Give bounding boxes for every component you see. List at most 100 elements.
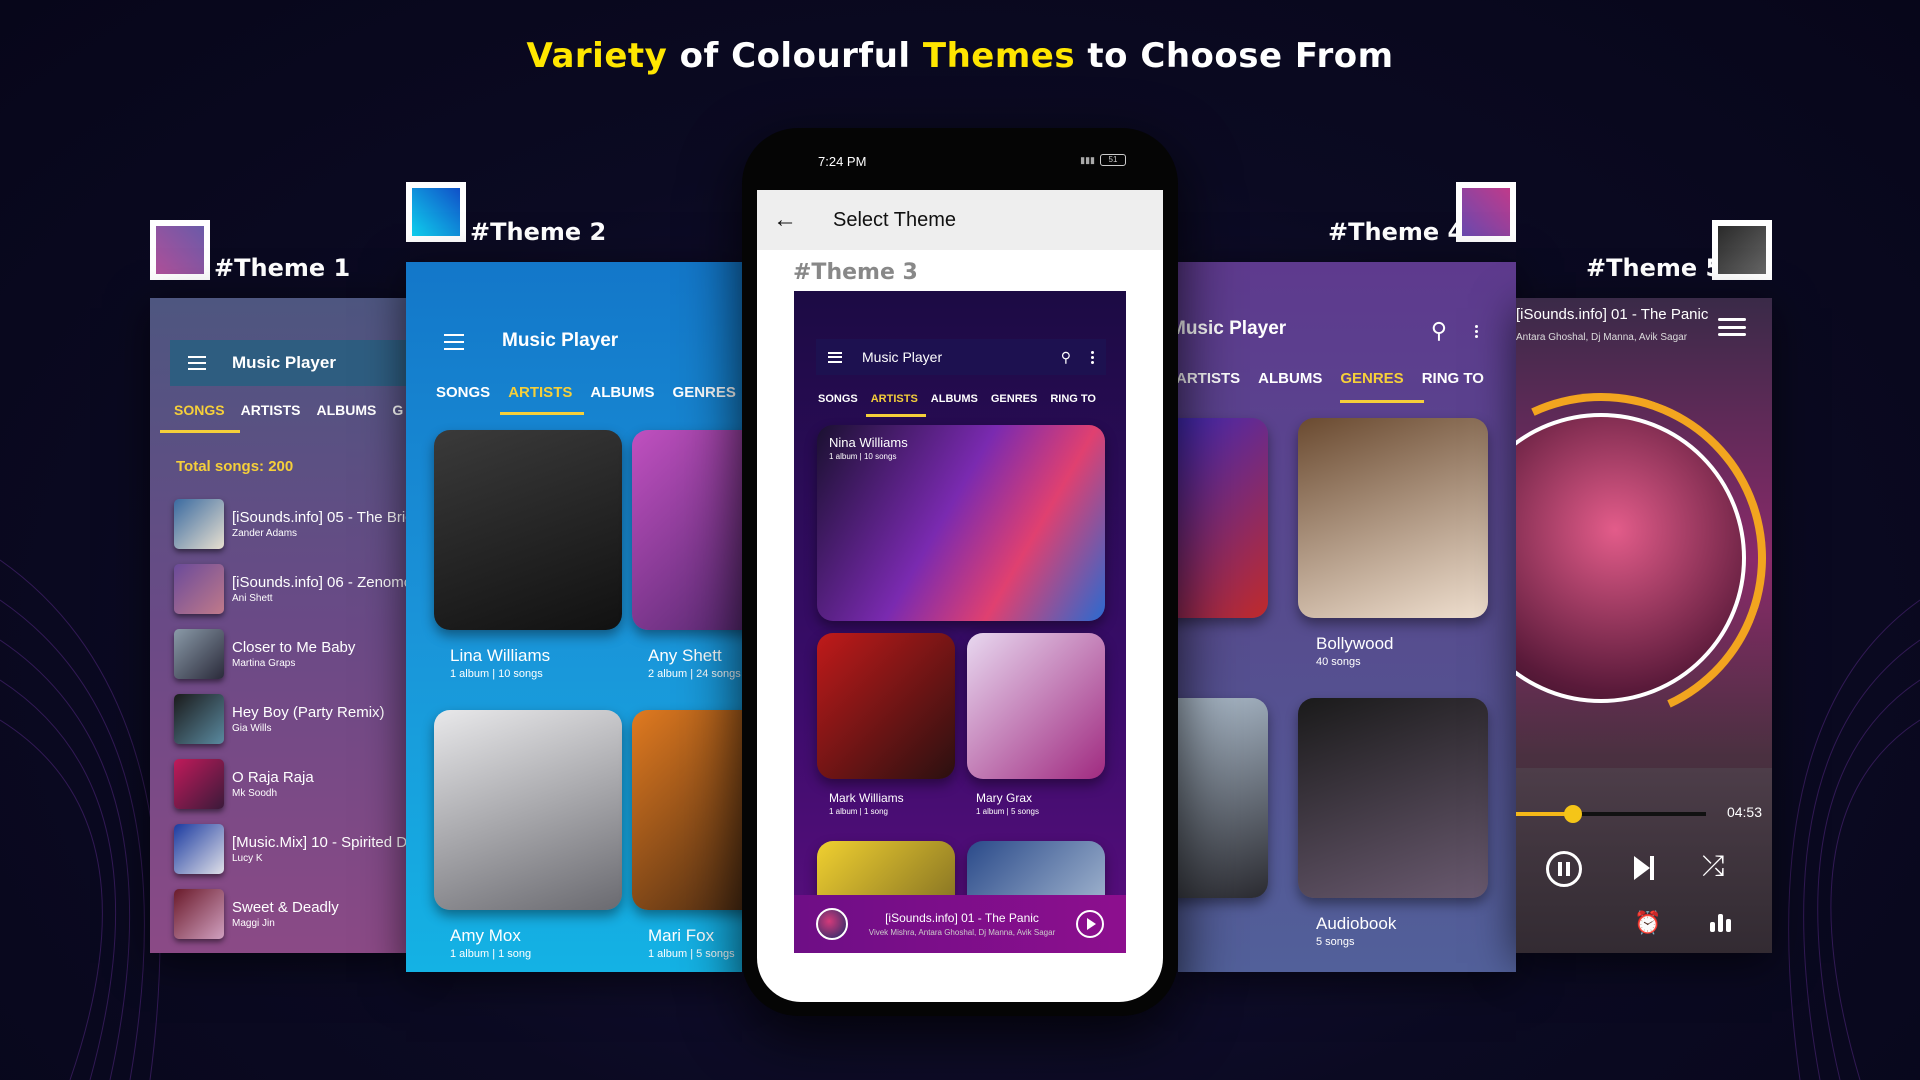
more-options-icon[interactable] xyxy=(1475,324,1478,338)
song-row[interactable]: O Raja Raja Mk Soodh xyxy=(174,758,314,810)
tab-artists[interactable]: ARTISTS xyxy=(241,402,301,418)
artist-meta: 1 album | 1 song xyxy=(450,948,532,960)
now-playing-title: [iSounds.info] 01 - The Panic xyxy=(885,911,1039,925)
genre-card-image[interactable] xyxy=(1178,698,1268,898)
screen-title: Select Theme xyxy=(833,208,957,231)
artist-card-image[interactable] xyxy=(632,430,742,630)
artist-name: Lina Williams xyxy=(450,646,551,665)
app-title: Music Player xyxy=(232,353,336,372)
song-thumb xyxy=(174,824,224,874)
song-artist: Ani Shett xyxy=(232,593,273,604)
artist-card-image[interactable] xyxy=(632,710,742,910)
artist-name: Any Shett xyxy=(648,646,722,665)
theme1-swatch[interactable] xyxy=(150,220,210,280)
artist-card-image[interactable] xyxy=(434,430,622,630)
tab-songs[interactable]: SONGS xyxy=(174,402,225,418)
tab-albums[interactable]: ALBUMS xyxy=(1258,370,1322,387)
tab-artists[interactable]: ARTISTS xyxy=(1178,370,1240,387)
play-icon[interactable] xyxy=(1076,910,1104,938)
tab-genres[interactable]: GENRES xyxy=(1340,370,1403,387)
theme3-appbar: Music Player ⚲ xyxy=(816,339,1106,375)
song-title: Sweet & Deadly xyxy=(232,899,339,916)
artist-caption: Mary Grax 1 album | 5 songs xyxy=(976,791,1039,816)
status-icons: ▮▮▮ 51 xyxy=(1080,154,1126,166)
genre-card-image[interactable] xyxy=(1178,418,1268,618)
theme3-preview[interactable]: Music Player ⚲ SONGS ARTISTS ALBUMS GENR… xyxy=(794,291,1126,953)
song-title: [iSounds.info] 06 - Zenomorph xyxy=(232,574,410,591)
search-icon[interactable]: ⚲ xyxy=(1061,349,1071,366)
sleep-timer-icon[interactable]: ⏰ xyxy=(1634,910,1661,936)
tab-indicator xyxy=(160,430,240,433)
theme2-tabs: SONGS ARTISTS ALBUMS GENRES xyxy=(436,384,736,401)
more-options-icon[interactable] xyxy=(1091,350,1094,364)
artist-meta: 1 album | 1 song xyxy=(829,807,889,816)
artist-caption: Lina Williams 1 album | 10 songs xyxy=(450,646,550,680)
song-row[interactable]: [Music.Mix] 10 - Spirited Day Lucy K xyxy=(174,823,410,875)
theme2-swatch[interactable] xyxy=(406,182,466,242)
seek-handle[interactable] xyxy=(1564,805,1582,823)
artist-card-image[interactable] xyxy=(967,633,1105,779)
artist-caption: Mark Williams 1 album | 1 song xyxy=(829,791,904,816)
tab-albums[interactable]: ALBUMS xyxy=(316,402,376,418)
player-controls: 04:53 ⤮ ⏰ xyxy=(1516,768,1772,953)
theme5-panel[interactable]: [iSounds.info] 01 - The Panic Antara Gho… xyxy=(1516,298,1772,953)
theme1-panel[interactable]: Music Player SONGS ARTISTS ALBUMS G Tota… xyxy=(150,298,410,953)
theme1-appbar: Music Player xyxy=(170,340,410,386)
song-row[interactable]: Hey Boy (Party Remix) Gia Wills xyxy=(174,693,385,745)
skip-next-icon[interactable] xyxy=(1634,856,1654,880)
artist-meta: 1 album | 10 songs xyxy=(829,452,897,461)
tab-artists[interactable]: ARTISTS xyxy=(871,393,918,405)
song-artist: Martina Graps xyxy=(232,658,296,669)
tab-songs[interactable]: SONGS xyxy=(436,384,490,401)
song-thumb xyxy=(174,759,224,809)
tab-songs[interactable]: SONGS xyxy=(818,393,858,405)
menu-icon[interactable] xyxy=(444,334,464,350)
headline-text-2: to Choose From xyxy=(1075,36,1394,76)
equalizer-icon[interactable] xyxy=(1710,914,1731,932)
song-row[interactable]: [iSounds.info] 05 - The Brick Zander Adam… xyxy=(174,498,410,550)
song-row[interactable]: Closer to Me Baby Martina Graps xyxy=(174,628,355,680)
pause-icon[interactable] xyxy=(1546,851,1582,887)
song-row[interactable]: Sweet & Deadly Maggi Jin xyxy=(174,888,339,940)
search-icon[interactable]: ⚲ xyxy=(1431,318,1447,344)
artist-card-image[interactable] xyxy=(434,710,622,910)
tab-albums[interactable]: ALBUMS xyxy=(590,384,654,401)
theme5-swatch[interactable] xyxy=(1712,220,1772,280)
tab-ringtones[interactable]: RING TO xyxy=(1050,393,1096,405)
menu-icon[interactable] xyxy=(828,351,842,363)
shuffle-icon[interactable]: ⤮ xyxy=(1702,850,1724,883)
theme3-tabs: SONGS ARTISTS ALBUMS GENRES RING TO xyxy=(818,393,1096,405)
tab-albums[interactable]: ALBUMS xyxy=(931,393,978,405)
song-row[interactable]: [iSounds.info] 06 - Zenomorph Ani Shett xyxy=(174,563,410,615)
app-title: Music Player xyxy=(1178,318,1287,339)
now-playing-artists: Vivek Mishra, Antara Ghoshal, Dj Manna, … xyxy=(868,928,1056,937)
app-title: Music Player xyxy=(502,330,619,351)
duration-label: 04:53 xyxy=(1726,804,1762,820)
artist-meta: 2 album | 24 songs xyxy=(648,668,741,680)
tab-artists[interactable]: ARTISTS xyxy=(508,384,572,401)
seek-bar[interactable] xyxy=(1516,805,1706,823)
artist-card-image[interactable] xyxy=(817,633,955,779)
queue-list-icon[interactable] xyxy=(1718,318,1746,336)
song-artist: Zander Adams xyxy=(232,528,298,539)
genre-card-image[interactable] xyxy=(1298,418,1488,618)
phone-screen: ← Select Theme #Theme 3 Music Player ⚲ S… xyxy=(757,190,1163,1002)
theme3-label: #Theme 3 xyxy=(793,260,918,285)
tab-genres[interactable]: G xyxy=(392,402,403,418)
tab-genres[interactable]: GENRES xyxy=(673,384,736,401)
tab-indicator xyxy=(500,412,584,415)
artist-caption: Mari Fox 1 album | 5 songs xyxy=(648,926,735,960)
tab-genres[interactable]: GENRES xyxy=(991,393,1037,405)
tab-ringtones[interactable]: RING TO xyxy=(1422,370,1484,387)
back-arrow-icon[interactable]: ← xyxy=(773,206,803,234)
theme4-swatch[interactable] xyxy=(1456,182,1516,242)
song-title: Hey Boy (Party Remix) xyxy=(232,704,385,721)
theme2-panel[interactable]: Music Player SONGS ARTISTS ALBUMS GENRES… xyxy=(406,262,742,972)
genre-card-image[interactable] xyxy=(1298,698,1488,898)
now-playing-bar[interactable]: [iSounds.info] 01 - The Panic Vivek Mish… xyxy=(794,895,1126,953)
headline-text-1: of Colourful xyxy=(667,36,923,76)
headline-highlight-1: Variety xyxy=(526,36,668,76)
artist-name: Amy Mox xyxy=(450,926,521,945)
theme4-panel[interactable]: Music Player ⚲ ARTISTS ALBUMS GENRES RIN… xyxy=(1178,262,1516,972)
menu-icon[interactable] xyxy=(188,356,206,370)
